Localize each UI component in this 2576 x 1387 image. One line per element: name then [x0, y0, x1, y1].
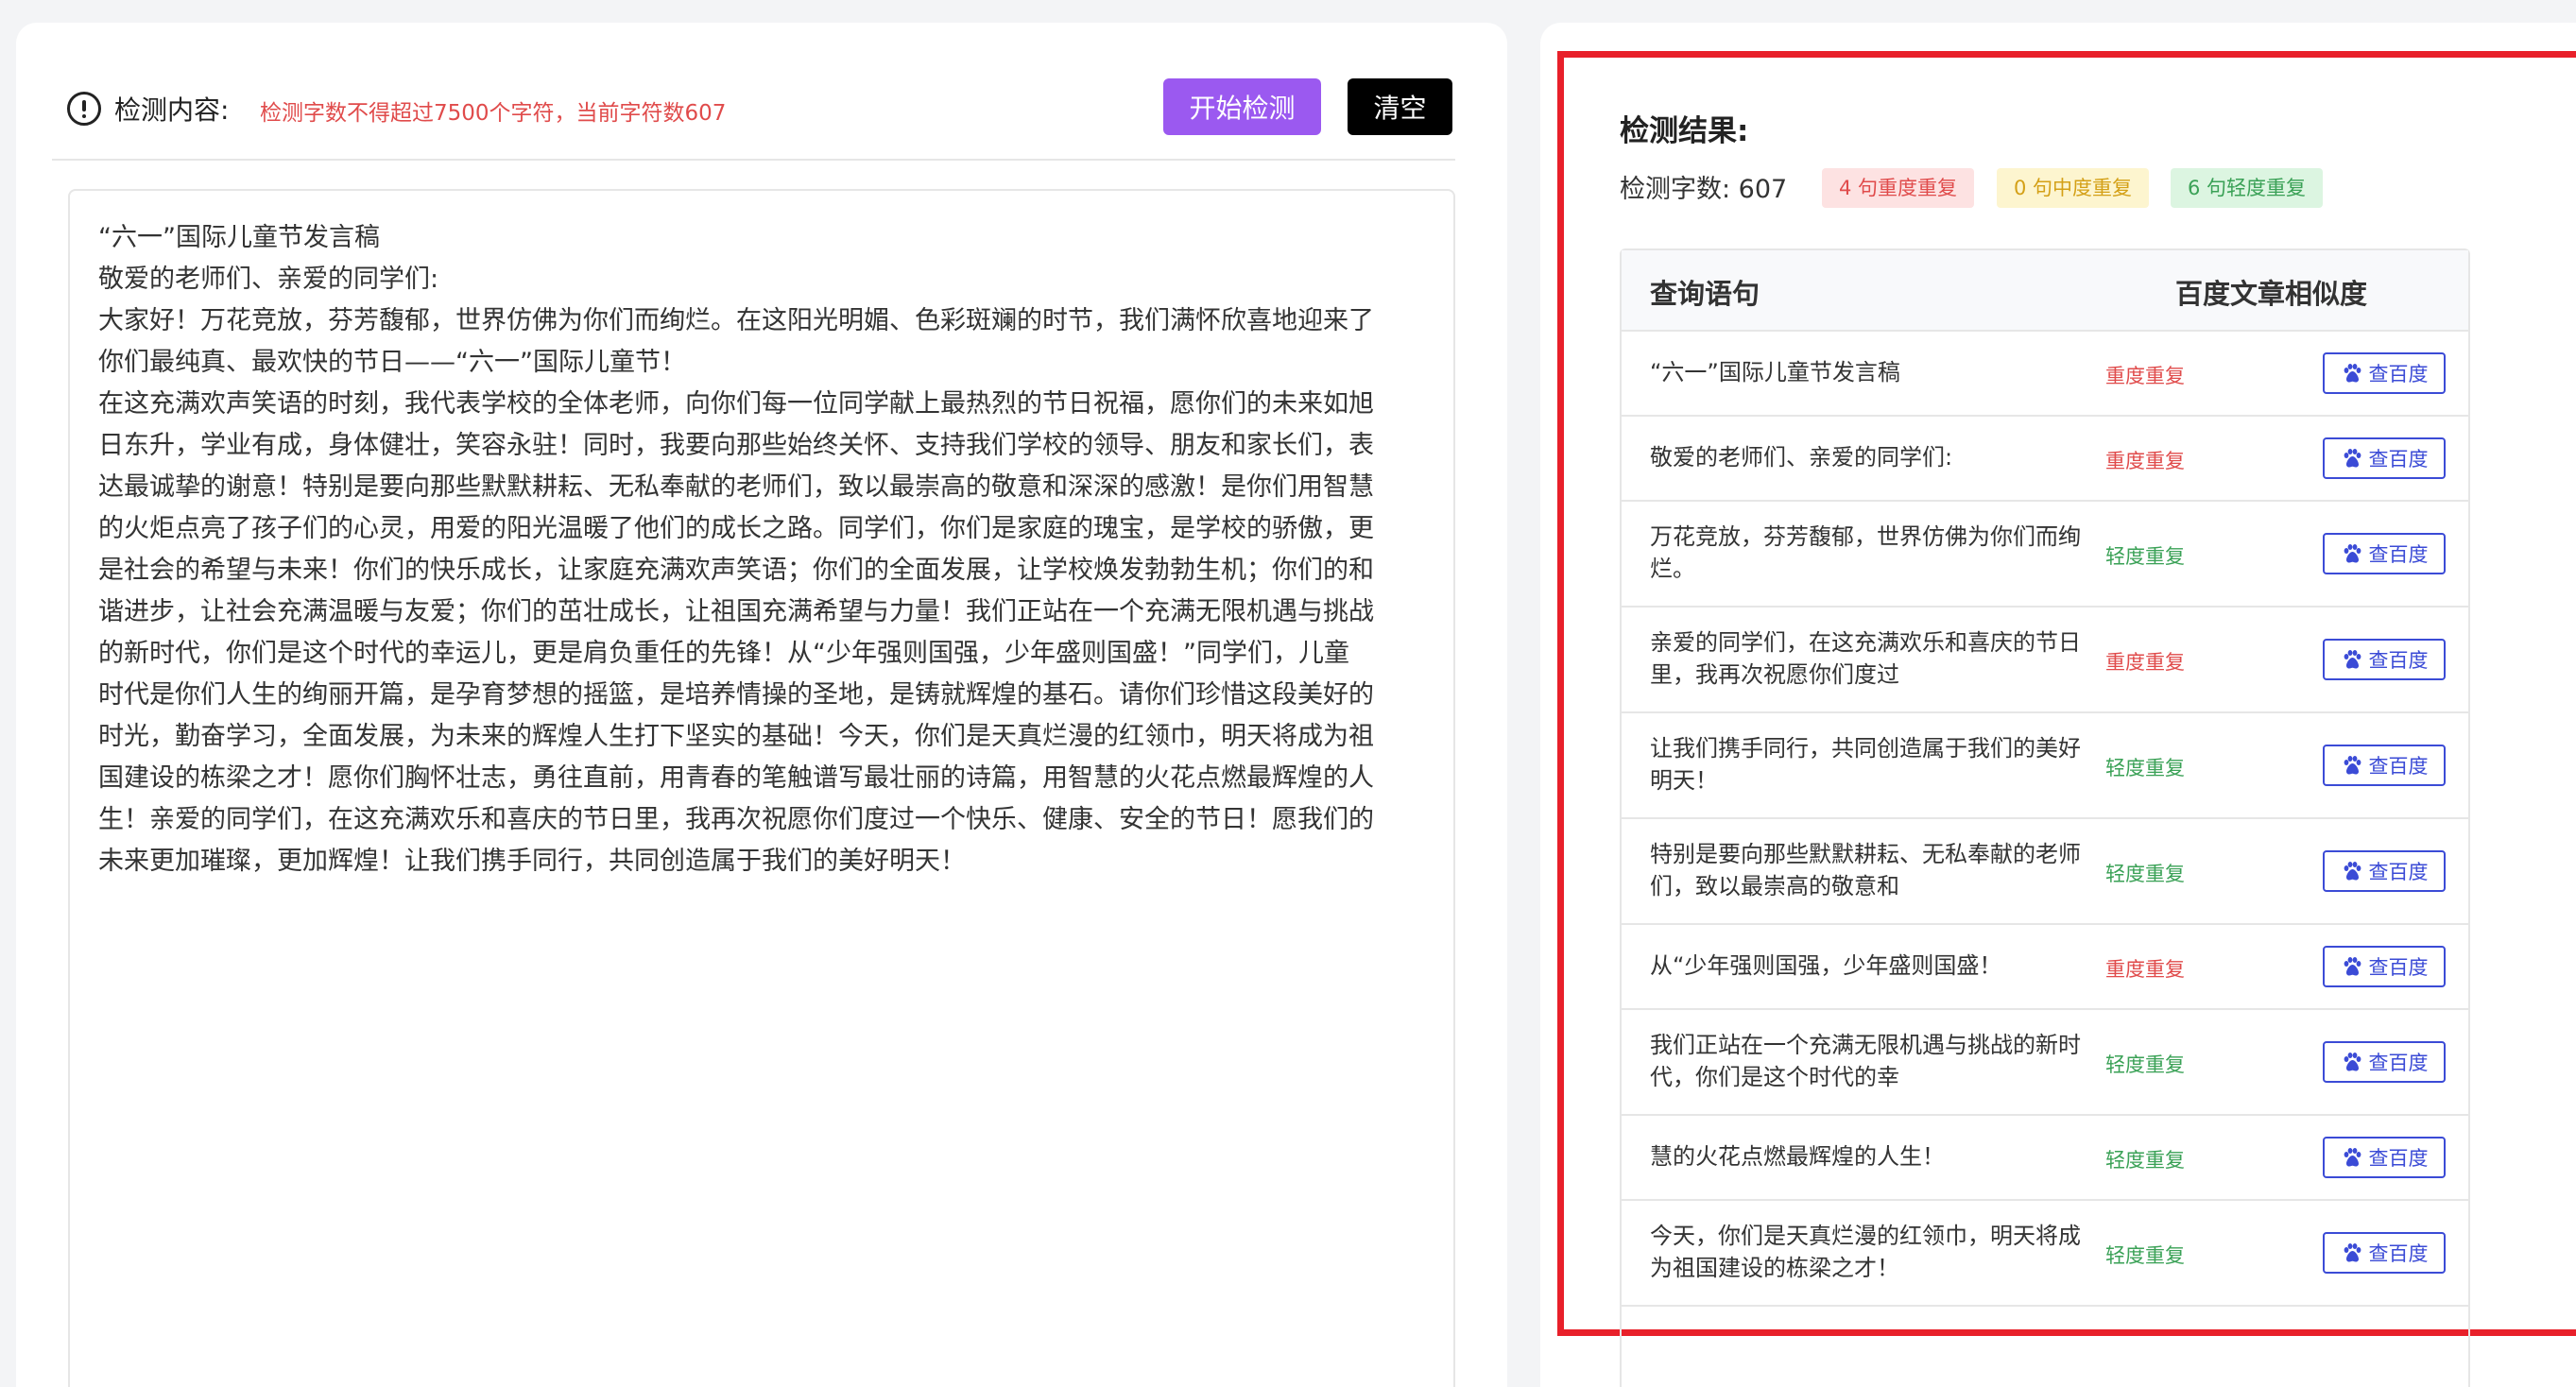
editor-line: 的火炬点亮了孩子们的心灵，用爱的阳光温暖了他们的成长之路。同学们，你们是家庭的瑰…: [98, 514, 1374, 543]
table-row: 慧的火花点燃最辉煌的人生！ 轻度重复 查百度: [1622, 1116, 2468, 1201]
heavy-duplicate-badge: 4 句重度重复: [1822, 168, 1975, 208]
editor-line: “六一”国际儿童节发言稿: [98, 223, 380, 252]
check-baidu-button[interactable]: 查百度: [2323, 533, 2446, 574]
similarity-status: 轻度重复: [2105, 757, 2185, 779]
check-baidu-label: 查百度: [2368, 1052, 2429, 1074]
similarity-status: 重度重复: [2105, 651, 2185, 674]
editor-line: 敬爱的老师们、亲爱的同学们:: [98, 265, 439, 294]
check-baidu-button[interactable]: 查百度: [2323, 1041, 2446, 1083]
table-row: “六一”国际儿童节发言稿 重度重复 查百度: [1622, 332, 2468, 417]
baidu-paw-icon: [2341, 362, 2363, 385]
input-toolbar: 检测内容: 检测字数不得超过7500个字符，当前字符数607 开始检测 清空: [52, 54, 1455, 161]
check-baidu-label: 查百度: [2368, 861, 2429, 883]
editor-line: 是社会的希望与未来！你们的快乐成长，让家庭充满欢声笑语；你们的全面发展，让学校焕…: [98, 556, 1374, 585]
light-duplicate-badge: 6 句轻度重复: [2171, 168, 2324, 208]
results-title: 检测结果:: [1620, 114, 1749, 148]
baidu-paw-icon: [2341, 1146, 2363, 1169]
editor-line: 国建设的栋梁之才！愿你们胸怀壮志，勇往直前，用青春的笔触谱写最壮丽的诗篇，用智慧…: [98, 763, 1374, 793]
check-baidu-button[interactable]: 查百度: [2323, 1232, 2446, 1274]
check-baidu-label: 查百度: [2368, 448, 2429, 471]
table-row: 今天，你们是天真烂漫的红领巾，明天将成为祖国建设的栋梁之才！ 轻度重复 查百度: [1622, 1201, 2468, 1307]
check-baidu-label: 查百度: [2368, 543, 2429, 566]
check-baidu-button[interactable]: 查百度: [2323, 639, 2446, 680]
check-baidu-label: 查百度: [2368, 363, 2429, 385]
editor-line: 大家好！万花竞放，芬芳馥郁，世界仿佛为你们而绚烂。在这阳光明媚、色彩斑斓的时节，…: [98, 306, 1374, 335]
check-baidu-button[interactable]: 查百度: [2323, 352, 2446, 394]
input-label: 检测内容:: [114, 94, 230, 126]
query-sentence: “六一”国际儿童节发言稿: [1650, 359, 1900, 385]
query-sentence: 我们正站在一个充满无限机遇与挑战的新时代，你们是这个时代的幸: [1650, 1032, 2081, 1090]
query-sentence: 亲爱的同学们，在这充满欢乐和喜庆的节日里，我再次祝愿你们度过: [1650, 629, 2081, 688]
baidu-paw-icon: [2341, 955, 2363, 978]
editor-line: 时光，勤奋学习，全面发展，为未来的辉煌人生打下坚实的基础！今天，你们是天真烂漫的…: [98, 722, 1374, 751]
table-row: 我们正站在一个充满无限机遇与挑战的新时代，你们是这个时代的幸 轻度重复 查百度: [1622, 1010, 2468, 1116]
editor-line: 未来更加璀璨，更加辉煌！让我们携手同行，共同创造属于我们的美好明天！: [98, 847, 966, 876]
check-baidu-button[interactable]: 查百度: [2323, 745, 2446, 786]
table-row: 从“少年强则国强，少年盛则国盛！ 重度重复 查百度: [1622, 925, 2468, 1010]
similarity-status: 重度重复: [2105, 958, 2185, 981]
check-baidu-label: 查百度: [2368, 755, 2429, 778]
baidu-paw-icon: [2341, 447, 2363, 470]
clear-button[interactable]: 清空: [1348, 78, 1452, 135]
column-header-query: 查询语句: [1650, 278, 1760, 310]
check-baidu-label: 查百度: [2368, 649, 2429, 672]
info-icon: [67, 92, 101, 126]
similarity-status: 轻度重复: [2105, 545, 2185, 568]
editor-line: 在这充满欢声笑语的时刻，我代表学校的全体老师，向你们每一位同学献上最热烈的节日祝…: [98, 389, 1374, 419]
query-sentence: 特别是要向那些默默耕耘、无私奉献的老师们，致以最崇高的敬意和: [1650, 841, 2081, 899]
text-input-area[interactable]: “六一”国际儿童节发言稿敬爱的老师们、亲爱的同学们: 大家好！万花竞放，芬芳馥郁，…: [68, 189, 1455, 1387]
editor-line: 达最诚挚的谢意！特别是要向那些默默耕耘、无私奉献的老师们，致以最崇高的敬意和深深…: [98, 472, 1374, 502]
query-sentence: 慧的火花点燃最辉煌的人生！: [1650, 1143, 1945, 1170]
query-sentence: 今天，你们是天真烂漫的红领巾，明天将成为祖国建设的栋梁之才！: [1650, 1223, 2081, 1281]
editor-line: 谐进步，让社会充满温暖与友爱；你们的茁壮成长，让祖国充满希望与力量！我们正站在一…: [98, 597, 1374, 626]
baidu-paw-icon: [2341, 542, 2363, 565]
editor-line: 时代是你们人生的绚丽开篇，是孕育梦想的摇篮，是培养情操的圣地，是铸就辉煌的基石。…: [98, 680, 1374, 710]
similarity-status: 轻度重复: [2105, 1053, 2185, 1076]
check-baidu-label: 查百度: [2368, 1147, 2429, 1170]
baidu-paw-icon: [2341, 1051, 2363, 1073]
table-row: 特别是要向那些默默耕耘、无私奉献的老师们，致以最崇高的敬意和 轻度重复 查百度: [1622, 819, 2468, 925]
start-check-button[interactable]: 开始检测: [1163, 78, 1321, 135]
baidu-paw-icon: [2341, 860, 2363, 882]
similarity-status: 轻度重复: [2105, 1244, 2185, 1267]
baidu-paw-icon: [2341, 754, 2363, 777]
similarity-status: 轻度重复: [2105, 863, 2185, 885]
editor-line: 的新时代，你们是这个时代的幸运儿，更是肩负重任的先锋！从“少年强则国强，少年盛则…: [98, 639, 1349, 668]
similarity-status: 轻度重复: [2105, 1149, 2185, 1172]
check-baidu-button[interactable]: 查百度: [2323, 946, 2446, 987]
query-sentence: 从“少年强则国强，少年盛则国盛！: [1650, 952, 2002, 979]
check-baidu-button[interactable]: 查百度: [2323, 1137, 2446, 1178]
check-baidu-button[interactable]: 查百度: [2323, 437, 2446, 479]
query-sentence: 让我们携手同行，共同创造属于我们的美好明天！: [1650, 735, 2081, 794]
check-baidu-label: 查百度: [2368, 1242, 2429, 1265]
check-baidu-label: 查百度: [2368, 956, 2429, 979]
table-row: 让我们携手同行，共同创造属于我们的美好明天！ 轻度重复 查百度: [1622, 713, 2468, 819]
char-limit-hint: 检测字数不得超过7500个字符，当前字符数607: [260, 101, 727, 126]
editor-line: 日东升，学业有成，身体健壮，笑容永驻！同时，我要向那些始终关怀、支持我们学校的领…: [98, 431, 1374, 460]
query-sentence: 敬爱的老师们、亲爱的同学们:: [1650, 444, 1953, 471]
baidu-paw-icon: [2341, 1241, 2363, 1264]
editor-line: 生！亲爱的同学们，在这充满欢乐和喜庆的节日里，我再次祝愿你们度过一个快乐、健康、…: [98, 805, 1374, 834]
table-row: 敬爱的老师们、亲爱的同学们: 重度重复 查百度: [1622, 417, 2468, 502]
query-sentence: 万花竞放，芬芳馥郁，世界仿佛为你们而绚烂。: [1650, 523, 2081, 582]
table-row: 亲爱的同学们，在这充满欢乐和喜庆的节日里，我再次祝愿你们度过 重度重复 查百度: [1622, 608, 2468, 713]
check-baidu-button[interactable]: 查百度: [2323, 850, 2446, 892]
table-row: 万花竞放，芬芳馥郁，世界仿佛为你们而绚烂。 轻度重复 查百度: [1622, 502, 2468, 608]
results-table: 查询语句 百度文章相似度 “六一”国际儿童节发言稿 重度重复 查百度 敬爱的老师们、亲…: [1620, 248, 2470, 1387]
table-header: 查询语句 百度文章相似度: [1622, 250, 2468, 332]
editor-line: 你们最纯真、最欢快的节日——“六一”国际儿童节！: [98, 348, 686, 377]
similarity-status: 重度重复: [2105, 365, 2185, 387]
column-header-similarity: 百度文章相似度: [2175, 278, 2368, 310]
char-count: 检测字数: 607: [1620, 175, 1788, 204]
baidu-paw-icon: [2341, 648, 2363, 671]
medium-duplicate-badge: 0 句中度重复: [1997, 168, 2150, 208]
similarity-status: 重度重复: [2105, 450, 2185, 472]
